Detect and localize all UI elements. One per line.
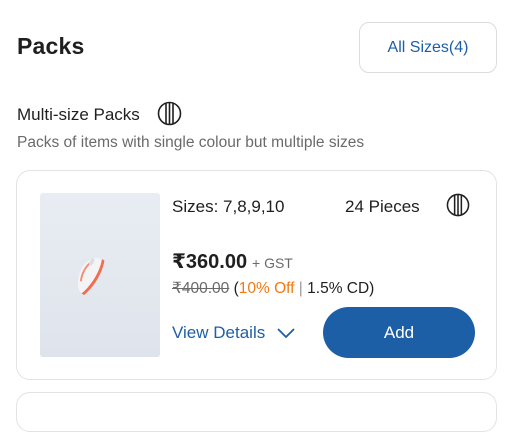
striped-circle-icon [446,193,470,217]
discount-label: 10% Off [238,280,295,297]
pack-sizes: Sizes: 7,8,9,10 [172,197,285,216]
striped-circle-icon [157,101,182,126]
page-title: Packs [17,33,85,59]
view-details-label: View Details [172,323,266,342]
gst-label: + GST [252,255,293,271]
original-price: ₹400.00 [172,280,230,297]
sneaker-product-image[interactable] [40,193,160,357]
next-pack-card [16,392,497,432]
pack-price: ₹360.00 [172,251,248,273]
section-title: Multi-size Packs [17,105,140,124]
all-sizes-label: All Sizes(4) [387,38,469,56]
add-button[interactable]: Add [323,307,475,358]
separator: | [298,280,303,297]
section-subtitle: Packs of items with single colour but mu… [17,134,365,151]
pack-pieces: 24 Pieces [345,197,420,216]
add-label: Add [383,322,415,342]
view-details-link[interactable]: View Details [172,323,295,343]
price-breakdown: ₹400.00 (10% Off | 1.5% CD) [172,279,374,298]
chevron-down-icon [277,327,295,338]
cash-discount: 1.5% CD) [307,280,375,297]
all-sizes-filter-button[interactable]: All Sizes(4) [359,22,497,73]
